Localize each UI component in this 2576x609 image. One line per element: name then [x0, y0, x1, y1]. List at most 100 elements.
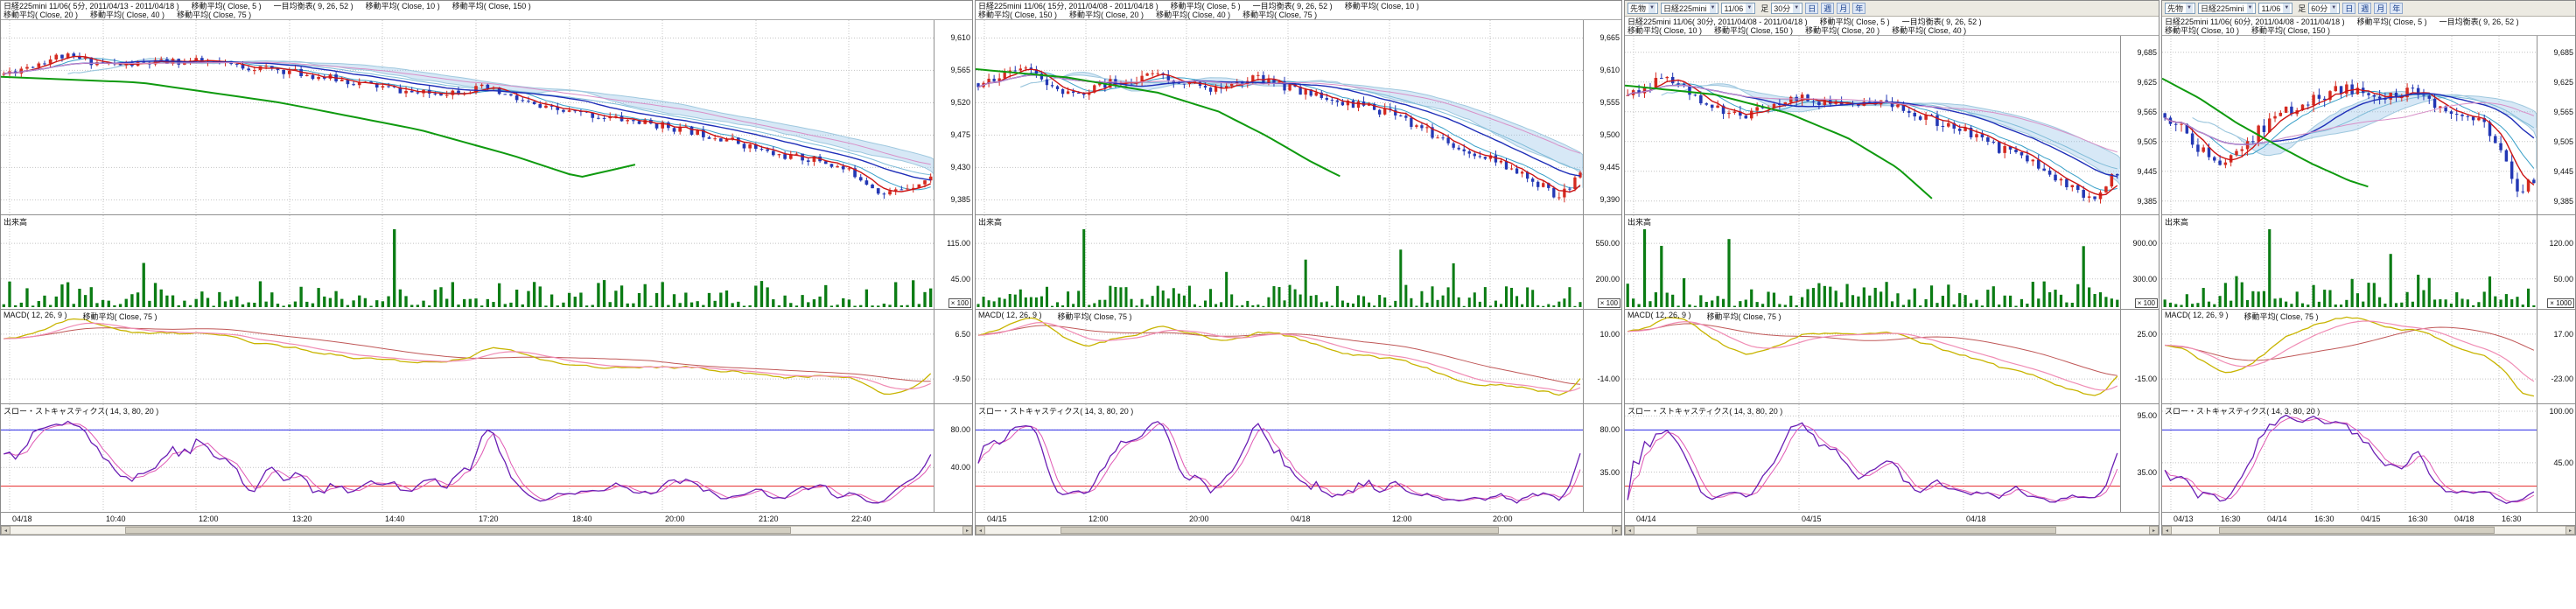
- indicator-label: 移動平均( Close, 150 ): [452, 2, 531, 10]
- volume-multiplier: × 100: [1598, 298, 1620, 308]
- stochastics-axis-label: 95.00: [2137, 411, 2157, 420]
- macd-section: MACD( 12, 26, 9 ) 移動平均( Close, 75 ) 17.0…: [2162, 310, 2575, 404]
- volume-plot[interactable]: 出来高: [2162, 215, 2537, 309]
- period-button[interactable]: 月: [2374, 3, 2387, 14]
- scrollbar-track[interactable]: [10, 526, 962, 535]
- price-plot[interactable]: [1, 20, 934, 214]
- indicator-label: 移動平均( Close, 20 ): [1805, 26, 1880, 35]
- time-tick-label: 16:30: [2408, 514, 2428, 523]
- period-button[interactable]: 日: [1805, 3, 1818, 14]
- stochastics-plot[interactable]: スロー・ストキャスティクス( 14, 3, 80, 20 ): [1, 404, 934, 512]
- indicator-label: 移動平均( Close, 10 ): [2165, 26, 2239, 35]
- scroll-left-button[interactable]: ◂: [1, 526, 10, 535]
- header-line-1: 日経225mini 11/06( 5分, 2011/04/13 - 2011/0…: [4, 2, 970, 10]
- chevron-down-icon: ▼: [2186, 4, 2193, 13]
- time-tick-label: 04/15: [987, 514, 1007, 523]
- scroll-left-button[interactable]: ◂: [2162, 526, 2172, 535]
- period-button[interactable]: 日: [2342, 3, 2356, 14]
- price-axis-gutter: 9,6859,6259,5659,5059,4459,385: [2537, 36, 2575, 214]
- stochastics-plot[interactable]: スロー・ストキャスティクス( 14, 3, 80, 20 ): [1625, 404, 2120, 512]
- stochastics-section: スロー・ストキャスティクス( 14, 3, 80, 20 ) 80.0035.0…: [976, 404, 1621, 513]
- scrollbar-thumb[interactable]: [2219, 527, 2495, 534]
- scrollbar-thumb[interactable]: [125, 527, 792, 534]
- volume-section: 出来高 × 100 550.00200.00: [976, 215, 1621, 310]
- time-axis: 04/1512:0020:0004/1812:0020:00: [976, 513, 1621, 526]
- horizontal-scrollbar: ◂ ▸: [2162, 526, 2575, 535]
- macd-plot[interactable]: MACD( 12, 26, 9 ) 移動平均( Close, 75 ): [2162, 310, 2537, 403]
- macd-plot[interactable]: MACD( 12, 26, 9 ) 移動平均( Close, 75 ): [1625, 310, 2120, 403]
- scroll-right-button[interactable]: ▸: [1612, 526, 1621, 535]
- horizontal-scrollbar: ◂ ▸: [976, 526, 1621, 535]
- volume-multiplier: × 100: [948, 298, 971, 308]
- price-plot[interactable]: [976, 20, 1583, 214]
- toolbar-select[interactable]: 先物▼: [2165, 3, 2195, 14]
- macd-plot[interactable]: MACD( 12, 26, 9 ) 移動平均( Close, 75 ): [976, 310, 1583, 403]
- price-axis-label: 9,610: [950, 33, 970, 42]
- volume-axis-label: 50.00: [2553, 275, 2573, 284]
- toolbar-select[interactable]: 日経225mini▼: [1661, 3, 1718, 14]
- time-tick-label: 04/18: [12, 514, 32, 523]
- stochastics-plot[interactable]: スロー・ストキャスティクス( 14, 3, 80, 20 ): [2162, 404, 2537, 512]
- volume-section: 出来高 × 100 900.00300.00: [1625, 215, 2159, 310]
- scroll-left-button[interactable]: ◂: [976, 526, 985, 535]
- toolbar-select[interactable]: 先物▼: [1628, 3, 1658, 14]
- volume-plot[interactable]: 出来高: [1, 215, 934, 309]
- stochastics-section: スロー・ストキャスティクス( 14, 3, 80, 20 ) 100.0045.…: [2162, 404, 2575, 513]
- indicator-label: 移動平均( Close, 20 ): [4, 10, 78, 19]
- chart-header: 日経225mini 11/06( 60分, 2011/04/08 - 2011/…: [2162, 17, 2575, 36]
- scroll-right-button[interactable]: ▸: [2149, 526, 2159, 535]
- chart-title: 日経225mini 11/06( 15分, 2011/04/08 - 2011/…: [978, 2, 1158, 10]
- scrollbar-track[interactable]: [2172, 526, 2566, 535]
- macd-axis-label: -15.00: [2134, 374, 2157, 383]
- price-plot[interactable]: [1625, 36, 2120, 214]
- toolbar-select[interactable]: 11/06▼: [2258, 3, 2292, 14]
- volume-label: 出来高: [2165, 216, 2188, 228]
- volume-axis-gutter: × 1000 120.0050.00: [2537, 215, 2575, 309]
- scrollbar-thumb[interactable]: [1060, 527, 1499, 534]
- stochastics-plot[interactable]: スロー・ストキャスティクス( 14, 3, 80, 20 ): [976, 404, 1583, 512]
- period-button[interactable]: 年: [2390, 3, 2403, 14]
- period-button[interactable]: 年: [1852, 3, 1866, 14]
- scroll-left-button[interactable]: ◂: [1625, 526, 1634, 535]
- stochastics-axis-label: 35.00: [2137, 468, 2157, 477]
- price-plot[interactable]: [2162, 36, 2537, 214]
- macd-label: MACD( 12, 26, 9 ): [2165, 311, 2229, 322]
- scrollbar-track[interactable]: [985, 526, 1612, 535]
- chart-panel: 先物▼日経225mini▼11/06▼足60分▼日週月年 日経225mini 1…: [2161, 0, 2576, 536]
- scrollbar-track[interactable]: [1634, 526, 2149, 535]
- stochastics-axis-label: 35.00: [1600, 468, 1620, 477]
- volume-plot[interactable]: 出来高: [976, 215, 1583, 309]
- toolbar-select[interactable]: 11/06▼: [1721, 3, 1755, 14]
- stochastics-section: スロー・ストキャスティクス( 14, 3, 80, 20 ) 95.00 35.0…: [1625, 404, 2159, 513]
- indicator-label: 一目均衡表( 9, 26, 52 ): [1253, 2, 1333, 10]
- scroll-right-button[interactable]: ▸: [962, 526, 972, 535]
- period-button[interactable]: 週: [2358, 3, 2371, 14]
- scroll-right-button[interactable]: ▸: [2566, 526, 2575, 535]
- stochastics-label: スロー・ストキャスティクス( 14, 3, 80, 20 ): [978, 405, 1133, 416]
- macd-label: MACD( 12, 26, 9 ): [978, 311, 1042, 322]
- price-axis-label: 9,665: [1600, 33, 1620, 42]
- period-select[interactable]: 60分▼: [2308, 3, 2340, 14]
- indicator-label: 移動平均( Close, 5 ): [192, 2, 262, 10]
- volume-plot[interactable]: 出来高: [1625, 215, 2120, 309]
- price-axis-label: 9,555: [1600, 98, 1620, 107]
- period-button[interactable]: 週: [1821, 3, 1834, 14]
- chevron-down-icon: ▼: [2330, 4, 2337, 13]
- macd-plot[interactable]: MACD( 12, 26, 9 ) 移動平均( Close, 75 ): [1, 310, 934, 403]
- scrollbar-thumb[interactable]: [1697, 527, 2057, 534]
- macd-axis-label: -23.00: [2551, 374, 2573, 383]
- price-axis-label: 9,500: [1600, 130, 1620, 139]
- toolbar-select[interactable]: 日経225mini▼: [2198, 3, 2256, 14]
- price-axis-label: 9,385: [950, 195, 970, 204]
- stochastics-axis-gutter: 100.0045.00: [2537, 404, 2575, 512]
- time-tick-label: 18:40: [572, 514, 592, 523]
- time-tick-label: 16:30: [2502, 514, 2522, 523]
- indicator-label: 移動平均( Close, 150 ): [1714, 26, 1793, 35]
- period-select[interactable]: 30分▼: [1771, 3, 1802, 14]
- macd-section: MACD( 12, 26, 9 ) 移動平均( Close, 75 ) 6.50…: [1, 310, 972, 404]
- time-axis: 04/1810:4012:0013:2014:4017:2018:4020:00…: [1, 513, 972, 526]
- volume-axis-gutter: × 100 900.00300.00: [2120, 215, 2159, 309]
- period-button[interactable]: 月: [1837, 3, 1850, 14]
- header-line-1: 日経225mini 11/06( 60分, 2011/04/08 - 2011/…: [2165, 18, 2572, 26]
- price-chart-section: 9,6659,6109,5559,5009,4459,390: [976, 20, 1621, 215]
